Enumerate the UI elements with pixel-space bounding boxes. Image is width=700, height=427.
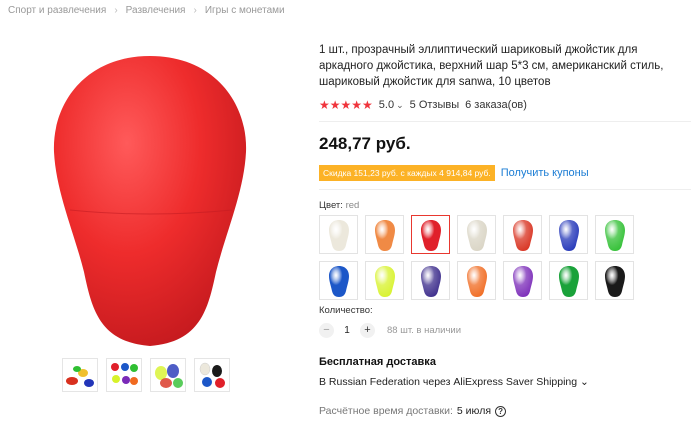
- thumbnail-3[interactable]: [150, 358, 186, 392]
- joystick-ball-icon: [420, 219, 441, 251]
- breadcrumb-item-entertainment[interactable]: Развлечения: [126, 5, 186, 16]
- joystick-ball-icon: [420, 265, 441, 297]
- joystick-ball-icon: [466, 219, 487, 251]
- quantity-label: Количество:: [319, 305, 373, 316]
- delivery-time-label: Расчётное время доставки:: [319, 405, 453, 417]
- coupon-row: Скидка 151,23 руб. с каждых 4 914,84 руб…: [319, 165, 691, 181]
- shipping-destination[interactable]: В Russian Federation через AliExpress Sa…: [319, 376, 589, 388]
- color-swatch-red[interactable]: [411, 215, 450, 254]
- joystick-ball-icon: [466, 265, 487, 297]
- color-swatch-transparent-purple[interactable]: [411, 261, 450, 300]
- shipping-title: Бесплатная доставка: [319, 356, 436, 368]
- product-info: 1 шт., прозрачный эллиптический шариковы…: [319, 42, 691, 300]
- color-swatch-transparent-orange[interactable]: [457, 261, 496, 300]
- color-swatch-clear[interactable]: [457, 215, 496, 254]
- breadcrumb: Спорт и развлечения › Развлечения › Игры…: [8, 5, 285, 16]
- joystick-ball-icon: [558, 219, 579, 251]
- joystick-ball-top-image: [53, 56, 247, 346]
- color-swatch-green[interactable]: [549, 261, 588, 300]
- thumbnail-2[interactable]: [106, 358, 142, 392]
- color-label-text: Цвет:: [319, 200, 346, 211]
- joystick-ball-icon: [328, 265, 349, 297]
- color-label: Цвет: red: [319, 200, 691, 211]
- color-swatch-transparent-blue[interactable]: [549, 215, 588, 254]
- delivery-time-value: 5 июля: [456, 405, 492, 417]
- joystick-ball-icon: [512, 265, 533, 297]
- breadcrumb-item-sports[interactable]: Спорт и развлечения: [8, 5, 106, 16]
- joystick-ball-icon: [604, 265, 625, 297]
- selected-color-value: red: [345, 200, 360, 211]
- breadcrumb-separator: ›: [114, 5, 118, 16]
- stock-count: 88 шт. в наличии: [387, 325, 462, 336]
- quantity-stepper: − 1 + 88 шт. в наличии: [319, 323, 461, 338]
- joystick-ball-icon: [328, 219, 349, 251]
- thumbnail-1[interactable]: [62, 358, 98, 392]
- joystick-ball-icon: [512, 219, 533, 251]
- coupon-badge: Скидка 151,23 руб. с каждых 4 914,84 руб…: [319, 165, 495, 181]
- joystick-ball-icon: [374, 265, 395, 297]
- joystick-ball-icon: [374, 219, 395, 251]
- color-swatch-orange[interactable]: [365, 215, 404, 254]
- divider: [319, 189, 691, 190]
- color-swatch-transparent-yellow[interactable]: [365, 261, 404, 300]
- main-product-image[interactable]: [0, 42, 300, 354]
- color-swatch-violet[interactable]: [503, 261, 542, 300]
- price: 248,77 руб.: [319, 134, 411, 153]
- color-swatch-transparent-green[interactable]: [595, 215, 634, 254]
- color-swatch-blue[interactable]: [319, 261, 358, 300]
- divider: [319, 121, 691, 122]
- rating-value[interactable]: 5.0: [379, 99, 394, 111]
- help-icon[interactable]: ?: [495, 405, 507, 417]
- increment-button[interactable]: +: [360, 323, 375, 338]
- product-title: 1 шт., прозрачный эллиптический шариковы…: [319, 44, 664, 88]
- joystick-ball-icon: [604, 219, 625, 251]
- color-swatches: [319, 215, 691, 300]
- quantity-value[interactable]: 1: [343, 325, 351, 336]
- chevron-down-icon[interactable]: ⌄: [396, 100, 404, 111]
- get-coupons-link[interactable]: Получить купоны: [501, 167, 589, 179]
- color-swatch-transparent-red[interactable]: [503, 215, 542, 254]
- reviews-link[interactable]: 5 Отзывы: [410, 99, 459, 111]
- decrement-button[interactable]: −: [319, 323, 334, 338]
- color-swatch-white[interactable]: [319, 215, 358, 254]
- breadcrumb-item-coin-games[interactable]: Игры с монетами: [205, 5, 285, 16]
- rating-row: ★★★★★ 5.0 ⌄ 5 Отзывы 6 заказа(ов): [319, 98, 691, 112]
- breadcrumb-separator: ›: [193, 5, 197, 16]
- thumbnail-4[interactable]: [194, 358, 230, 392]
- rating-stars-icon: ★★★★★: [319, 98, 373, 112]
- joystick-ball-icon: [558, 265, 579, 297]
- delivery-time: Расчётное время доставки: 5 июля ?: [319, 405, 507, 417]
- color-swatch-black[interactable]: [595, 261, 634, 300]
- orders-count: 6 заказа(ов): [465, 99, 527, 111]
- thumbnail-strip: [62, 358, 230, 392]
